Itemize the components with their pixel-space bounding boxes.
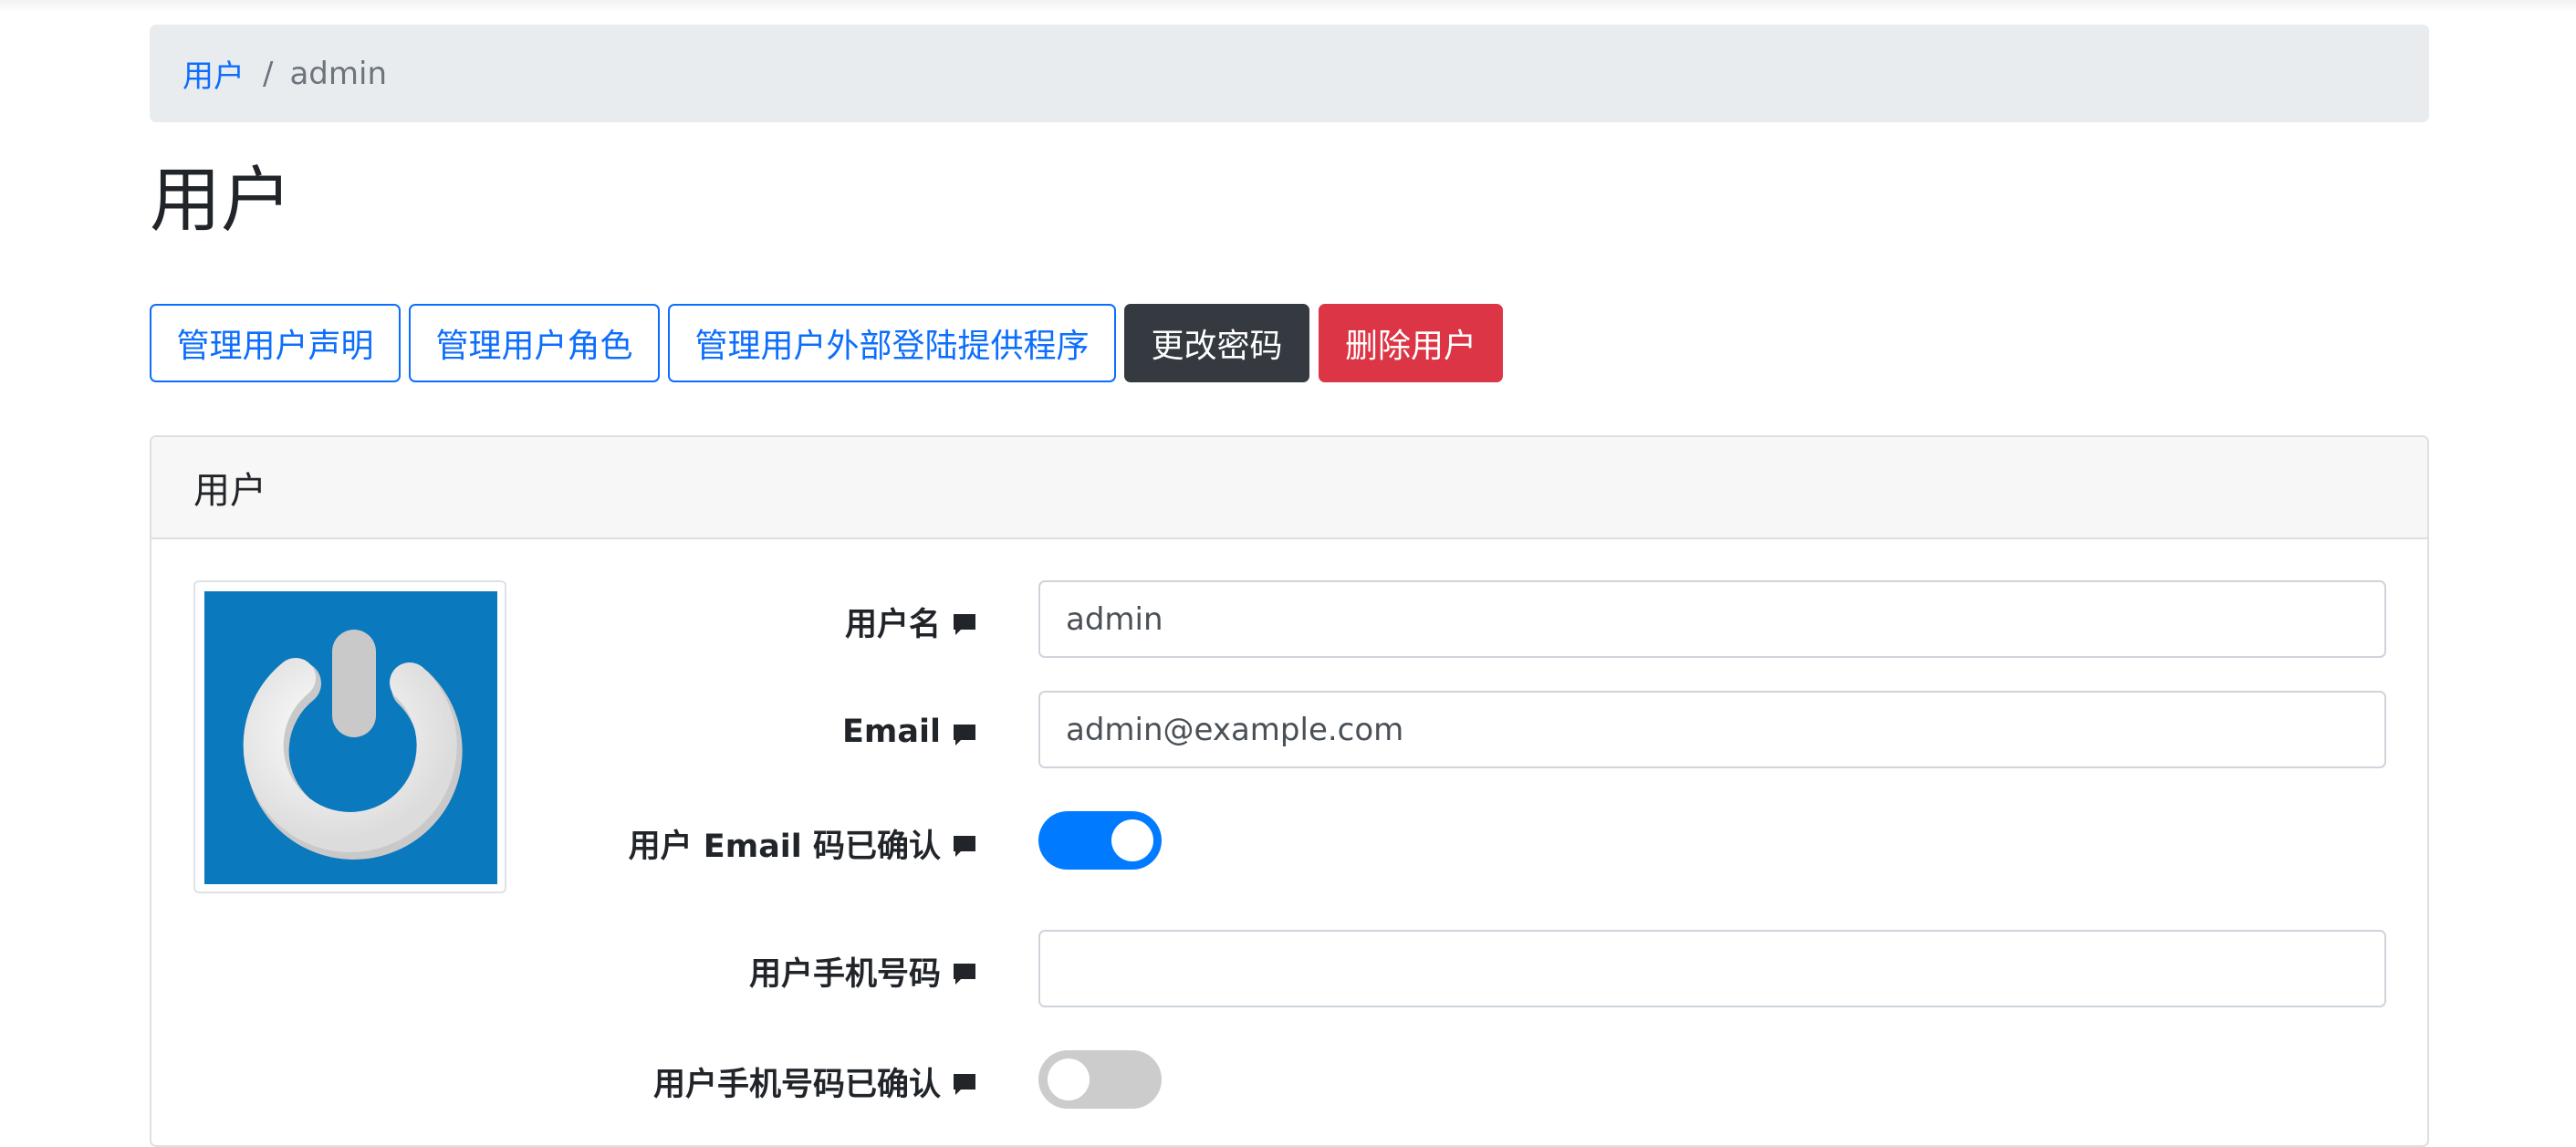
username-label-text: 用户名 (844, 606, 941, 643)
email-confirmed-label: 用户 Email 码已确认 (629, 819, 977, 867)
comment-icon (952, 830, 977, 857)
email-confirmed-label-text: 用户 Email 码已确认 (628, 828, 941, 865)
email-field[interactable] (1038, 691, 2386, 768)
manage-roles-button[interactable]: 管理用户角色 (409, 304, 660, 382)
manage-claims-button[interactable]: 管理用户声明 (150, 304, 401, 382)
top-shade (0, 0, 2576, 13)
power-logo-icon (204, 591, 497, 884)
card-header: 用户 (151, 437, 2427, 539)
email-label-text: Email (842, 714, 941, 750)
comment-icon (952, 958, 977, 985)
phone-confirmed-toggle[interactable] (1038, 1050, 1162, 1109)
manage-external-logins-button[interactable]: 管理用户外部登陆提供程序 (668, 304, 1116, 382)
username-field[interactable] (1038, 580, 2386, 658)
phone-label: 用户手机号码 (749, 947, 977, 995)
avatar (193, 580, 506, 893)
phone-label-text: 用户手机号码 (748, 955, 941, 993)
breadcrumb-separator: / (263, 55, 274, 92)
delete-user-button[interactable]: 删除用户 (1319, 304, 1503, 382)
toggle-knob (1111, 819, 1153, 861)
email-label: Email (842, 708, 977, 756)
change-password-button[interactable]: 更改密码 (1124, 304, 1309, 382)
breadcrumb-link-users[interactable]: 用户 (183, 51, 245, 96)
breadcrumb: 用户 / admin (150, 25, 2429, 122)
phone-confirmed-label-text: 用户手机号码已确认 (652, 1066, 941, 1103)
email-confirmed-toggle[interactable] (1038, 811, 1162, 870)
comment-icon (952, 1069, 977, 1095)
phone-field[interactable] (1038, 930, 2386, 1007)
comment-icon (952, 719, 977, 746)
username-label: 用户名 (845, 598, 977, 645)
toggle-knob (1048, 1058, 1090, 1100)
breadcrumb-current: admin (289, 55, 388, 92)
comment-icon (952, 609, 977, 635)
page-title: 用户 (150, 160, 293, 242)
phone-confirmed-label: 用户手机号码已确认 (653, 1058, 977, 1105)
